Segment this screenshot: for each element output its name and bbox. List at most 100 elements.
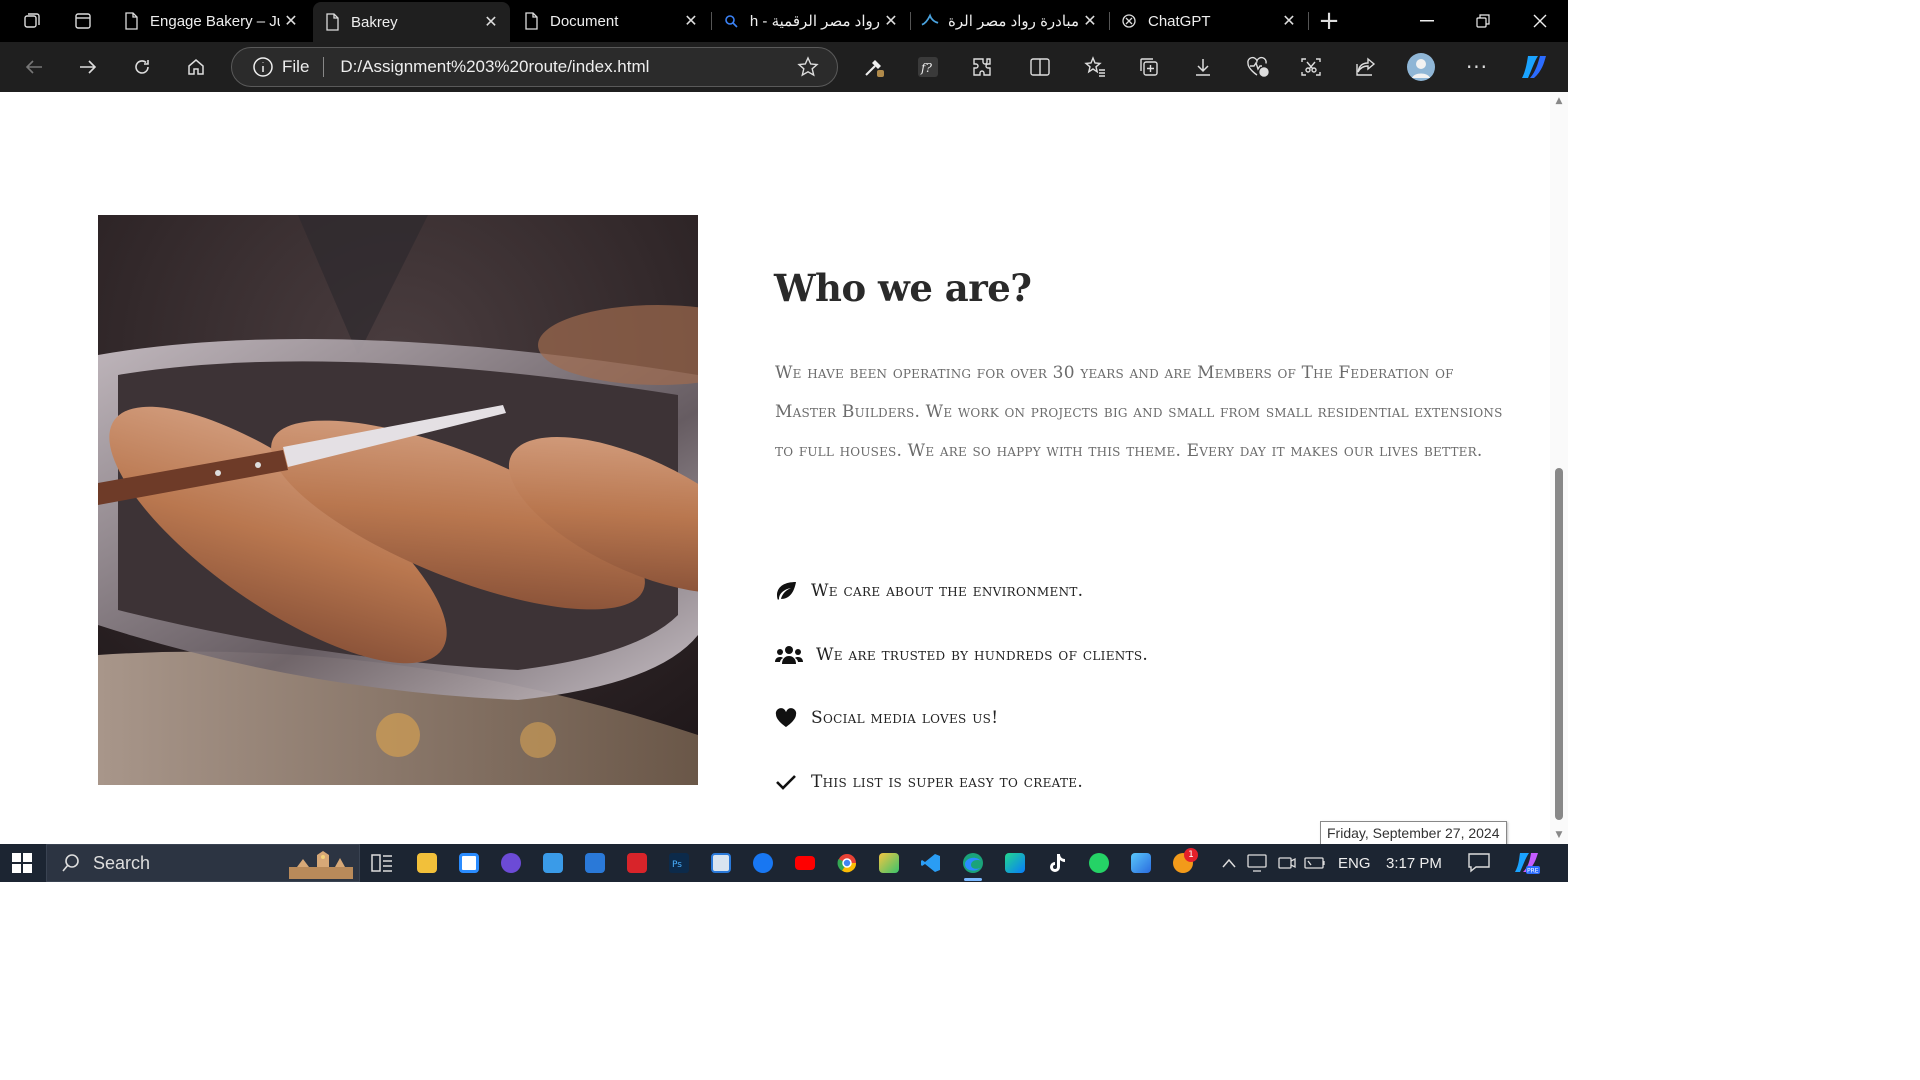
copilot-taskbar-icon[interactable]: PRE bbox=[1510, 848, 1544, 878]
power-automate-icon[interactable] bbox=[494, 848, 528, 878]
battery-icon[interactable] bbox=[1298, 848, 1332, 878]
date-tooltip: Friday, September 27, 2024 bbox=[1320, 821, 1507, 845]
feature-item-environment: We care about the environment. bbox=[775, 578, 1083, 604]
tab-rowad-initiative[interactable]: مبادرة رواد مصر الرة ✕ bbox=[911, 0, 1109, 42]
split-screen-icon[interactable] bbox=[1022, 50, 1058, 84]
section-heading: Who we are? bbox=[774, 266, 1032, 310]
home-icon[interactable] bbox=[178, 50, 214, 84]
more-menu-icon[interactable]: ··· bbox=[1459, 50, 1495, 84]
youtube-icon[interactable] bbox=[788, 848, 822, 878]
svg-text:Ps: Ps bbox=[672, 860, 682, 870]
close-icon[interactable]: ✕ bbox=[480, 11, 502, 33]
font-finder-extension-icon[interactable]: f? bbox=[910, 50, 946, 84]
whatsapp-icon[interactable] bbox=[1082, 848, 1116, 878]
site-logo-icon bbox=[921, 12, 939, 30]
acrobat-icon[interactable] bbox=[620, 848, 654, 878]
forward-icon[interactable] bbox=[70, 50, 106, 84]
taskbar-search-box[interactable]: Search bbox=[46, 844, 360, 882]
color-picker-extension-icon[interactable] bbox=[856, 50, 892, 84]
feature-text: We are trusted by hundreds of clients. bbox=[816, 645, 1149, 665]
search-highlight-icon bbox=[287, 849, 355, 879]
close-icon[interactable]: ✕ bbox=[880, 10, 902, 32]
page-icon bbox=[522, 12, 540, 30]
close-icon[interactable]: ✕ bbox=[1079, 10, 1101, 32]
page-scrollbar[interactable]: ▲ ▼ bbox=[1550, 92, 1568, 844]
web-page: Who we are? We have been operating for o… bbox=[0, 92, 1550, 844]
paint-app-icon[interactable] bbox=[1124, 848, 1158, 878]
edge-browser-icon[interactable] bbox=[956, 848, 990, 881]
close-icon[interactable]: ✕ bbox=[680, 10, 702, 32]
collections-icon[interactable] bbox=[1131, 50, 1167, 84]
copilot-icon[interactable] bbox=[1516, 50, 1552, 84]
vscode-icon[interactable] bbox=[914, 848, 948, 878]
share-icon[interactable] bbox=[1347, 50, 1383, 84]
scheme-label: File bbox=[282, 57, 310, 76]
tab-title: ChatGPT bbox=[1148, 12, 1211, 30]
tab-engage-bakery[interactable]: Engage Bakery – Ju ✕ bbox=[112, 0, 310, 42]
tab-document[interactable]: Document ✕ bbox=[512, 0, 710, 42]
search-icon bbox=[61, 853, 81, 873]
task-view-icon[interactable] bbox=[365, 848, 399, 878]
windows-start-icon[interactable] bbox=[0, 844, 44, 882]
tiktok-icon[interactable] bbox=[1040, 848, 1074, 878]
favorites-icon[interactable] bbox=[1077, 50, 1113, 84]
scrollbar-thumb[interactable] bbox=[1555, 468, 1563, 820]
chatgpt-icon bbox=[1120, 12, 1138, 30]
tab-bakrey[interactable]: Bakrey ✕ bbox=[313, 2, 510, 42]
close-icon[interactable]: ✕ bbox=[280, 10, 302, 32]
windows-app-icon[interactable] bbox=[704, 848, 738, 878]
back-icon[interactable] bbox=[16, 50, 52, 84]
display-icon[interactable] bbox=[1240, 848, 1274, 878]
settings-app-icon[interactable] bbox=[536, 848, 570, 878]
language-indicator[interactable]: ENG bbox=[1338, 844, 1371, 882]
tab-title: Document bbox=[550, 12, 619, 30]
clion-icon[interactable] bbox=[998, 848, 1032, 878]
favorite-star-icon[interactable] bbox=[797, 56, 819, 78]
microsoft-store-icon[interactable] bbox=[452, 848, 486, 878]
snipping-tool-icon[interactable] bbox=[872, 848, 906, 878]
profile-avatar[interactable] bbox=[1403, 50, 1439, 84]
workspaces-icon[interactable] bbox=[14, 4, 50, 38]
notification-app-icon[interactable]: 1 bbox=[1166, 848, 1200, 878]
tab-rowad-search[interactable]: رواد مصر الرقمية - h ✕ bbox=[712, 0, 910, 42]
check-icon bbox=[775, 771, 797, 793]
feature-item-clients: We are trusted by hundreds of clients. bbox=[775, 642, 1148, 668]
feature-item-easy: This list is super easy to create. bbox=[775, 769, 1083, 795]
notifications-icon[interactable] bbox=[1462, 848, 1496, 878]
scroll-up-arrow-icon[interactable]: ▲ bbox=[1554, 96, 1564, 106]
notification-badge: 1 bbox=[1184, 848, 1198, 862]
tab-chatgpt[interactable]: ChatGPT ✕ bbox=[1110, 0, 1308, 42]
calculator-app-icon[interactable] bbox=[578, 848, 612, 878]
tab-actions-icon[interactable] bbox=[65, 4, 101, 38]
svg-text:PRE: PRE bbox=[1527, 868, 1539, 875]
info-icon[interactable] bbox=[252, 56, 274, 78]
screenshot-icon[interactable] bbox=[1293, 50, 1329, 84]
minimize-icon[interactable] bbox=[1399, 0, 1455, 42]
restore-icon[interactable] bbox=[1455, 0, 1511, 42]
heart-icon bbox=[775, 707, 797, 729]
close-icon[interactable]: ✕ bbox=[1278, 10, 1300, 32]
browser-tab-strip: Engage Bakery – Ju ✕ Bakrey ✕ Document ✕… bbox=[0, 0, 1568, 42]
clock-time[interactable]: 3:17 PM bbox=[1386, 844, 1442, 882]
photoshop-icon[interactable]: Ps bbox=[662, 848, 696, 878]
downloads-icon[interactable] bbox=[1185, 50, 1221, 84]
windows-taskbar: Search Ps 1 ENG 3:17 PM PRE bbox=[0, 844, 1568, 882]
browser-essentials-icon[interactable] bbox=[1239, 50, 1275, 84]
file-explorer-icon[interactable] bbox=[410, 848, 444, 878]
tab-separator bbox=[1308, 12, 1309, 30]
url-text[interactable]: D:/Assignment%203%20route/index.html bbox=[340, 57, 797, 77]
about-paragraph: We have been operating for over 30 years… bbox=[775, 363, 1503, 461]
address-bar[interactable]: File D:/Assignment%203%20route/index.htm… bbox=[231, 47, 838, 87]
page-icon bbox=[122, 12, 140, 30]
extensions-icon[interactable] bbox=[964, 50, 1000, 84]
chrome-icon[interactable] bbox=[830, 848, 864, 878]
tab-title: مبادرة رواد مصر الرة bbox=[949, 13, 1079, 30]
new-tab-button[interactable]: + bbox=[1311, 4, 1347, 38]
tab-title: Engage Bakery – Ju bbox=[150, 12, 280, 30]
facebook-icon[interactable] bbox=[746, 848, 780, 878]
svg-text:f?: f? bbox=[920, 61, 932, 75]
refresh-icon[interactable] bbox=[124, 50, 160, 84]
scroll-down-arrow-icon[interactable]: ▼ bbox=[1554, 830, 1564, 840]
close-window-icon[interactable] bbox=[1512, 0, 1568, 42]
screen: Engage Bakery – Ju ✕ Bakrey ✕ Document ✕… bbox=[0, 0, 1568, 882]
